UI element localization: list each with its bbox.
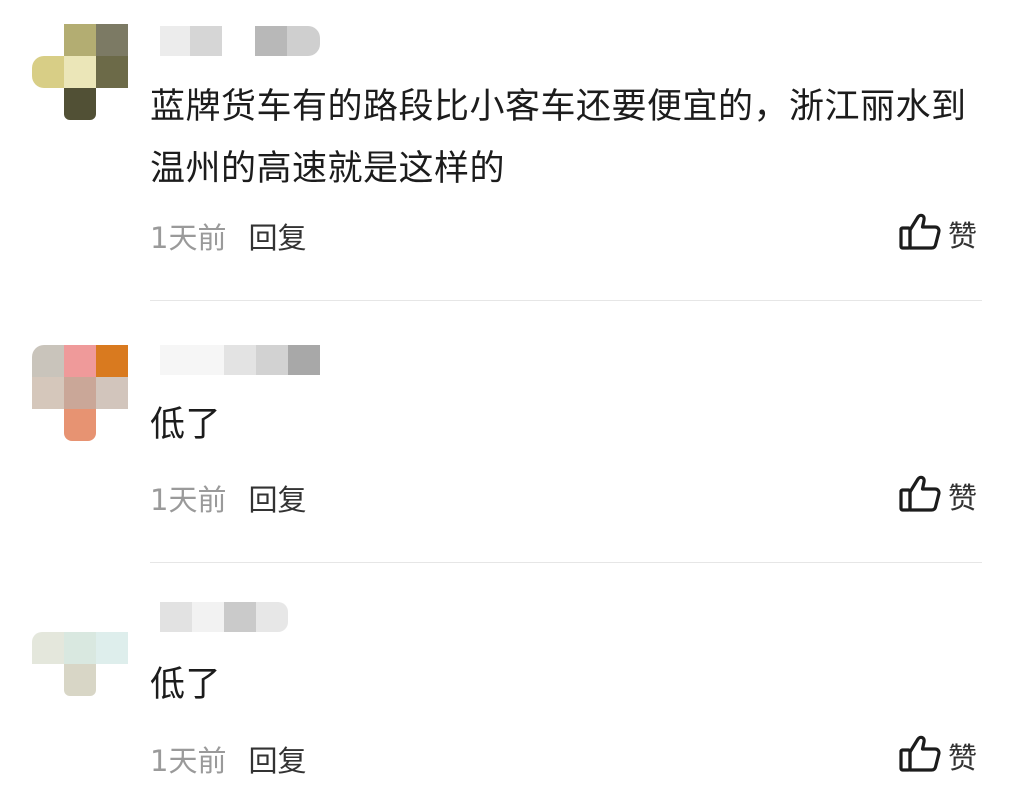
like-button[interactable]: 赞 [898,474,977,518]
reply-button[interactable]: 回复 [248,738,306,780]
username-masked[interactable] [160,602,320,632]
reply-button[interactable]: 回复 [248,215,306,257]
reply-button[interactable]: 回复 [248,477,306,519]
username-masked[interactable] [160,26,320,56]
comment-text: 低了 [150,405,222,445]
comment-meta: 1天前 回复 [150,478,306,518]
like-button[interactable]: 赞 [898,212,977,256]
thumbs-up-icon [898,212,942,256]
comment-list: 蓝牌货车有的路段比小客车还要便宜的，浙江丽水到温州的高速就是这样的 1天前 回复… [0,0,1024,793]
like-label: 赞 [948,481,978,515]
comment-meta: 1天前 回复 [150,739,306,779]
comment-meta: 1天前 回复 [150,216,306,256]
comment-text: 蓝牌货车有的路段比小客车还要便宜的，浙江丽水到温州的高速就是这样的 [150,87,967,189]
thumbs-up-icon [898,734,942,778]
username-masked[interactable] [160,345,320,375]
comment-item: 低了 1天前 回复 赞 [0,300,1024,562]
like-label: 赞 [948,741,978,775]
comment-time: 1天前 [150,221,227,255]
comment-text: 低了 [150,665,222,705]
avatar[interactable] [32,345,128,441]
like-button[interactable]: 赞 [898,734,977,778]
avatar[interactable] [32,632,128,728]
comment-time: 1天前 [150,744,227,778]
comment-time: 1天前 [150,483,227,517]
thumbs-up-icon [898,474,942,518]
avatar[interactable] [32,24,128,120]
comment-item: 蓝牌货车有的路段比小客车还要便宜的，浙江丽水到温州的高速就是这样的 1天前 回复… [0,0,1024,300]
like-label: 赞 [948,219,978,253]
comment-item: 低了 1天前 回复 赞 [0,562,1024,793]
